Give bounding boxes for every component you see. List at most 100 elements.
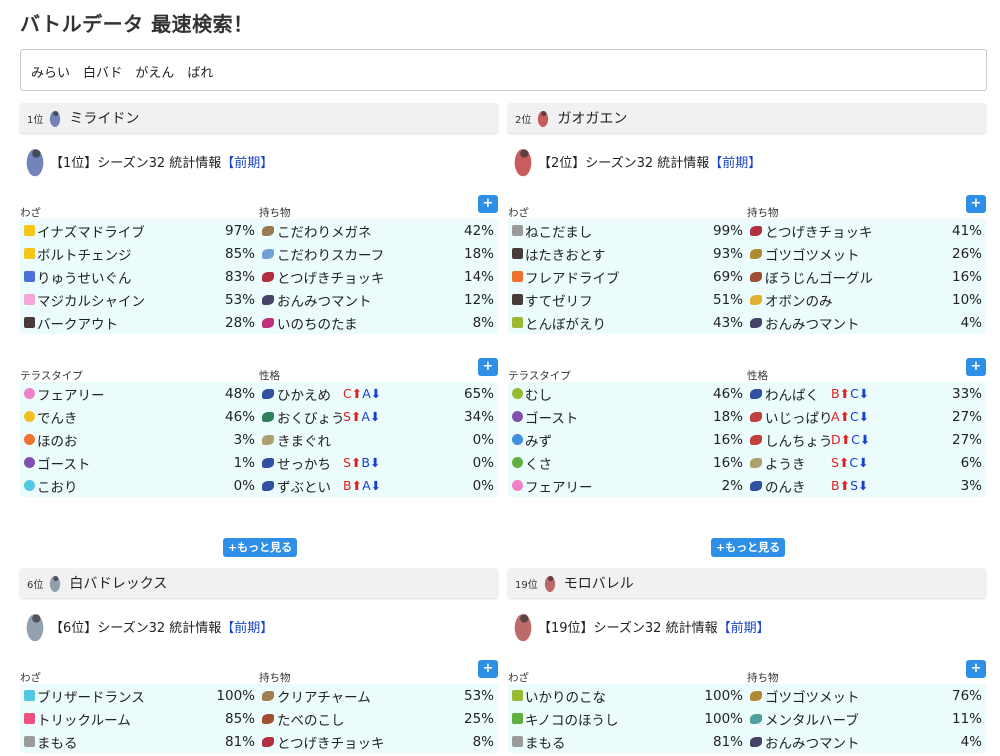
tera-row[interactable]: フェアリー 2% [508, 474, 747, 497]
tera-row[interactable]: ほのお 3% [20, 428, 259, 451]
nature-stats: S⬆C⬇ [831, 455, 869, 470]
item-row[interactable]: とつげきチョッキ 14% [259, 265, 498, 288]
section-labels: テラスタイプ 性格 + [508, 358, 986, 382]
nature-row[interactable]: きまぐれ 0% [259, 428, 498, 451]
rank-bar[interactable]: 6位 白バドレックス [20, 568, 498, 598]
move-pct: 81% [224, 733, 255, 750]
stats-title: 【6位】シーズン32 統計情報【前期】 [50, 617, 273, 636]
item-row[interactable]: たべのこし 25% [259, 707, 498, 730]
arrow-up-icon: ⬆ [839, 409, 851, 424]
nature-row[interactable]: いじっぱり A⬆C⬇ 27% [747, 405, 986, 428]
item-row[interactable]: メンタルハーブ 11% [747, 707, 986, 730]
plus-button[interactable]: + [478, 195, 498, 213]
item-row[interactable]: いのちのたま 8% [259, 311, 498, 334]
season-tag[interactable]: 【前期】 [221, 621, 273, 636]
nature-icon [750, 434, 762, 445]
move-row[interactable]: ブリザードランス 100% [20, 684, 259, 707]
search-input[interactable]: みらい 白バド がえん ばれ [20, 49, 987, 91]
item-row[interactable]: とつげきチョッキ 41% [747, 219, 986, 242]
tera-row[interactable]: くさ 16% [508, 451, 747, 474]
move-row[interactable]: トリックルーム 85% [20, 707, 259, 730]
plus-button[interactable]: + [966, 358, 986, 376]
move-row[interactable]: はたきおとす 93% [508, 242, 747, 265]
move-grid: イナズマドライブ 97% ボルトチェンジ 85% りゅうせいぐん 83% マジカルシャイン 5… [20, 219, 498, 334]
move-row[interactable]: フレアドライブ 69% [508, 265, 747, 288]
more-button-2[interactable]: +もっと見る [711, 538, 785, 557]
plus-button[interactable]: + [478, 358, 498, 376]
item-row[interactable]: ゴツゴツメット 26% [747, 242, 986, 265]
tera-grid: むし 46% ゴースト 18% みず 16% くさ 16% フェアリー 2% わんぱく B⬆C⬇ 33%… [508, 382, 986, 497]
nature-icon [262, 457, 274, 468]
nature-row[interactable]: せっかち S⬆B⬇ 0% [259, 451, 498, 474]
nature-row[interactable]: ずぶとい B⬆A⬇ 0% [259, 474, 498, 497]
move-pct: 51% [712, 291, 743, 308]
item-row[interactable]: とつげきチョッキ 8% [259, 730, 498, 753]
nature-row[interactable]: ひかえめ C⬆A⬇ 65% [259, 382, 498, 405]
nature-icon [750, 457, 762, 468]
tera-row[interactable]: ゴースト 1% [20, 451, 259, 474]
rank-bar[interactable]: 1位 ミライドン [20, 103, 498, 133]
nature-row[interactable]: ようき S⬆C⬇ 6% [747, 451, 986, 474]
tera-row[interactable]: フェアリー 48% [20, 382, 259, 405]
nature-icon [262, 388, 274, 399]
move-row[interactable]: まもる 81% [508, 730, 747, 753]
item-row[interactable]: おんみつマント 12% [259, 288, 498, 311]
season-tag[interactable]: 【前期】 [221, 156, 273, 171]
move-row[interactable]: いかりのこな 100% [508, 684, 747, 707]
plus-button[interactable]: + [966, 195, 986, 213]
pokemon-card-1: 1位 ミライドン 【1位】シーズン32 統計情報【前期】 わざ 持ち物 + イナズマドライブ… [20, 103, 498, 497]
nature-pct: 0% [472, 477, 494, 494]
nature-stats: S⬆A⬇ [343, 409, 380, 424]
move-row[interactable]: りゅうせいぐん 83% [20, 265, 259, 288]
move-row[interactable]: キノコのほうし 100% [508, 707, 747, 730]
move-row[interactable]: ねこだまし 99% [508, 219, 747, 242]
item-row[interactable]: オボンのみ 10% [747, 288, 986, 311]
nature-row[interactable]: しんちょう D⬆C⬇ 27% [747, 428, 986, 451]
season-tag[interactable]: 【前期】 [709, 156, 761, 171]
rank-label: 6位 [27, 579, 44, 591]
nature-icon [262, 480, 274, 491]
item-row[interactable]: おんみつマント 4% [747, 730, 986, 753]
plus-button[interactable]: + [478, 660, 498, 678]
tera-row[interactable]: むし 46% [508, 382, 747, 405]
move-row[interactable]: ボルトチェンジ 85% [20, 242, 259, 265]
pokemon-name: モロバレル [563, 576, 634, 592]
more-button-1[interactable]: +もっと見る [223, 538, 297, 557]
move-row[interactable]: バークアウト 28% [20, 311, 259, 334]
nature-row[interactable]: おくびょう S⬆A⬇ 34% [259, 405, 498, 428]
stat-down: B [361, 455, 370, 470]
tera-icon [509, 431, 526, 448]
tera-row[interactable]: みず 16% [508, 428, 747, 451]
nature-row[interactable]: わんぱく B⬆C⬇ 33% [747, 382, 986, 405]
nature-row[interactable]: のんき B⬆S⬇ 3% [747, 474, 986, 497]
pokemon-name: 白バドレックス [69, 576, 168, 592]
tera-row[interactable]: ゴースト 18% [508, 405, 747, 428]
tera-name: こおり [37, 479, 78, 496]
move-label: わざ [20, 207, 41, 219]
move-row[interactable]: イナズマドライブ 97% [20, 219, 259, 242]
item-row[interactable]: ぼうじんゴーグル 16% [747, 265, 986, 288]
arrow-up-icon: ⬆ [840, 432, 852, 447]
move-row[interactable]: マジカルシャイン 53% [20, 288, 259, 311]
item-row[interactable]: こだわりメガネ 42% [259, 219, 498, 242]
item-icon [262, 225, 274, 236]
rank-bar[interactable]: 19位 モロバレル [508, 568, 986, 598]
season-tag[interactable]: 【前期】 [718, 621, 770, 636]
item-row[interactable]: クリアチャーム 53% [259, 684, 498, 707]
item-row[interactable]: こだわりスカーフ 18% [259, 242, 498, 265]
rank-bar[interactable]: 2位 ガオガエン [508, 103, 986, 133]
move-row[interactable]: まもる 81% [20, 730, 259, 753]
nature-pct: 34% [463, 408, 494, 425]
tera-section: テラスタイプ 性格 + フェアリー 48% でんき 46% ほのお 3% ゴースト 1% こおり 0% ひ… [20, 358, 498, 497]
plus-button[interactable]: + [966, 660, 986, 678]
nature-stats: C⬆A⬇ [343, 386, 381, 401]
item-pct: 10% [951, 291, 982, 308]
move-row[interactable]: とんぼがえり 43% [508, 311, 747, 334]
item-pct: 53% [463, 687, 494, 704]
nature-label: 性格 [259, 370, 280, 382]
move-row[interactable]: すてゼリフ 51% [508, 288, 747, 311]
item-row[interactable]: おんみつマント 4% [747, 311, 986, 334]
tera-row[interactable]: こおり 0% [20, 474, 259, 497]
tera-row[interactable]: でんき 46% [20, 405, 259, 428]
item-row[interactable]: ゴツゴツメット 76% [747, 684, 986, 707]
